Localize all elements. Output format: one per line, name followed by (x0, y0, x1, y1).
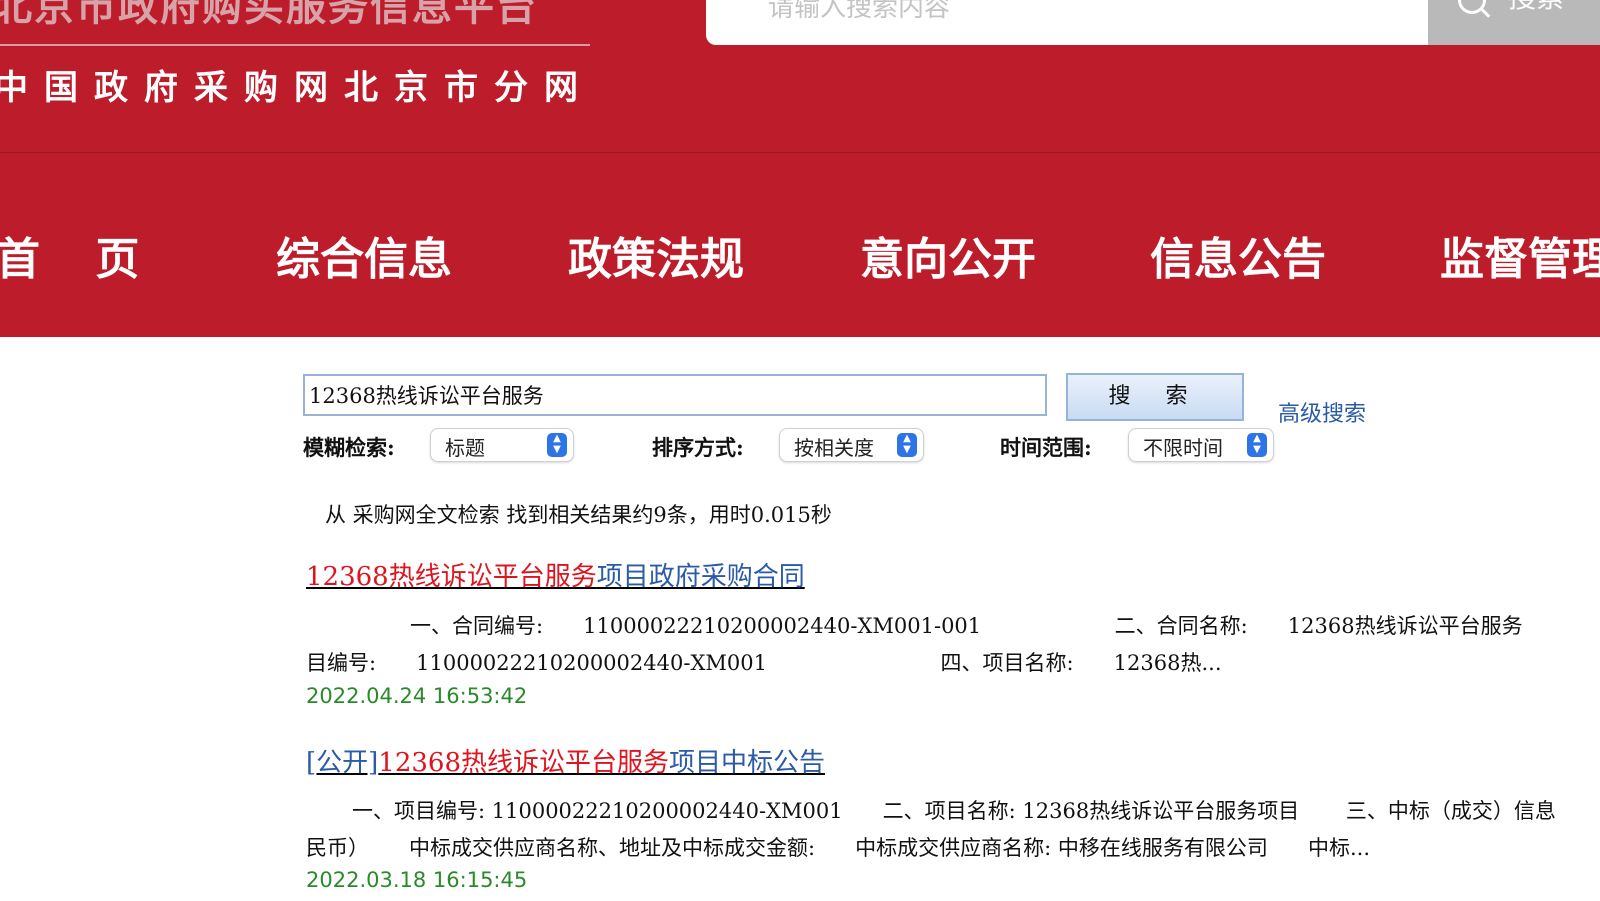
result-summary: 从 采购网全文检索 找到相关结果约9条，用时0.015秒 (325, 503, 832, 527)
title-divider (0, 44, 590, 46)
nav-item-home-label: 首 页 (0, 234, 140, 285)
search-icon (1458, 0, 1486, 14)
nav-item-general-info[interactable]: 综合信息 (276, 223, 452, 287)
site-subtitle: 中国政府采购网北京市分网 (0, 68, 594, 108)
sort-label: 排序方式: (652, 435, 744, 460)
result-date: 2022.04.24 16:53:42 (306, 684, 528, 708)
result-title-suffix: 项目中标公告 (669, 748, 826, 778)
fuzzy-search-select[interactable]: 标题 ▲ ▼ (430, 428, 574, 462)
top-search-button[interactable]: 搜索 (1428, 0, 1600, 45)
result-title-link[interactable]: [公开]12368热线诉讼平台服务项目中标公告 (306, 742, 825, 779)
site-title[interactable]: 北京市政府购买服务信息平台 (0, 0, 538, 32)
result-snippet-line: 一、项目编号: 11000022210200002440-XM001 二、项目名… (352, 799, 1556, 823)
main-nav: 首 页 综合信息 政策法规 意向公开 信息公告 监督管理 (0, 152, 1600, 337)
search-input[interactable] (303, 374, 1047, 416)
fuzzy-search-value: 标题 (445, 436, 485, 460)
time-range-label: 时间范围: (1000, 435, 1092, 460)
nav-item-home[interactable]: 首 页 (0, 223, 139, 287)
chevron-updown-icon: ▲ ▼ (1247, 433, 1267, 457)
result-title-prefix: [公开] (306, 748, 379, 778)
chevron-updown-icon: ▲ ▼ (547, 433, 567, 457)
advanced-search-link[interactable]: 高级搜索 (1278, 396, 1366, 428)
result-snippet-line: 目编号: 11000022210200002440-XM001 四、项目名称: … (306, 651, 1222, 675)
nav-item-intention[interactable]: 意向公开 (860, 223, 1036, 287)
sort-value: 按相关度 (794, 436, 874, 460)
sort-select[interactable]: 按相关度 ▲ ▼ (779, 428, 924, 462)
result-title-highlight: 12368热线诉讼平台服务 (306, 562, 597, 592)
result-date: 2022.03.18 16:15:45 (306, 868, 528, 892)
time-range-select[interactable]: 不限时间 ▲ ▼ (1128, 428, 1274, 462)
time-range-value: 不限时间 (1143, 436, 1223, 460)
top-search-button-label: 搜索 (1508, 0, 1564, 16)
result-snippet-line: 民币） 中标成交供应商名称、地址及中标成交金额: 中标成交供应商名称: 中移在线… (306, 836, 1371, 860)
top-search-input[interactable] (766, 0, 1370, 26)
chevron-updown-icon: ▲ ▼ (897, 433, 917, 457)
nav-item-policy[interactable]: 政策法规 (568, 223, 744, 287)
result-snippet-line: 一、合同编号: 11000022210200002440-XM001-001 二… (410, 614, 1523, 638)
nav-item-supervision[interactable]: 监督管理 (1440, 223, 1600, 287)
fuzzy-search-label: 模糊检索: (303, 435, 395, 460)
result-title-suffix: 项目政府采购合同 (596, 562, 805, 592)
result-title-highlight: 12368热线诉讼平台服务 (378, 748, 670, 778)
result-title-link[interactable]: 12368热线诉讼平台服务项目政府采购合同 (306, 556, 805, 593)
page: 北京市政府购买服务信息平台 中国政府采购网北京市分网 搜索 首 页 综合信息 政… (0, 0, 1600, 901)
top-search-bar (706, 0, 1428, 45)
nav-item-announcements[interactable]: 信息公告 (1150, 223, 1326, 287)
search-button[interactable]: 搜 索 (1066, 373, 1244, 421)
site-header: 北京市政府购买服务信息平台 中国政府采购网北京市分网 搜索 (0, 0, 1600, 152)
